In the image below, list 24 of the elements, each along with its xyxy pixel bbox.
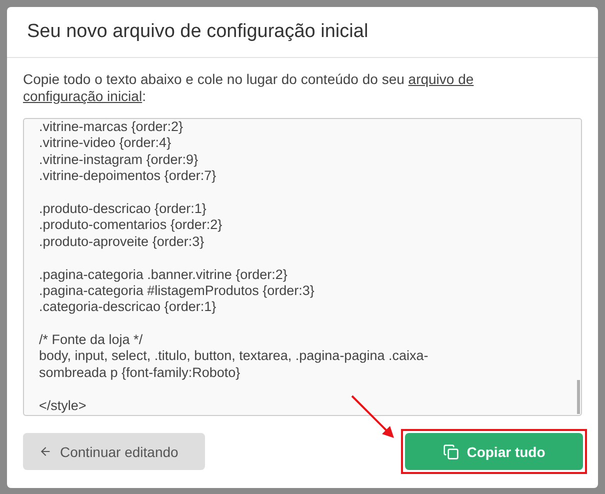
code-line: .pagina-categoria #listagemProdutos {order:3} (39, 282, 316, 300)
continue-editing-button[interactable]: Continuar editando (23, 433, 205, 470)
code-line: .produto-aproveite {order:3} (39, 234, 206, 250)
code-line: .produto-descricao {order:1} (39, 200, 208, 218)
code-line: /* Fonte da loja */ (39, 332, 144, 348)
config-file-link[interactable]: configuração inicial (23, 88, 142, 104)
code-line: .categoria-descricao {order:1} (39, 299, 218, 316)
code-line: .vitrine-depoimentos {order:7} (39, 168, 218, 185)
code-line: </style> (39, 398, 88, 414)
annotation-arrow (350, 394, 396, 440)
code-line: .vitrine-marcas {order:2} (39, 119, 184, 136)
code-line: .vitrine-instagram {order:9} (39, 152, 200, 168)
copy-icon (442, 444, 459, 460)
code-line: .produto-comentarios {order:2} (39, 217, 224, 234)
arrow-left-icon (39, 445, 52, 458)
dialog-title: Seu novo arquivo de configuração inicial (27, 21, 368, 43)
code-line: .vitrine-video {order:4} (39, 135, 172, 152)
config-file-link[interactable]: arquivo de (408, 71, 474, 87)
code-line: body, input, select, .titulo, button, textarea, .pagina-pagina .caixa- (39, 348, 430, 365)
code-line: sombreada p {font-family:Roboto} (39, 364, 242, 382)
scrollbar-thumb[interactable] (577, 380, 580, 414)
code-field[interactable] (23, 118, 582, 416)
code-line: .pagina-categoria .banner.vitrine {order:2} (39, 266, 288, 283)
intro-text: Copie todo o texto abaixo e cole no lugar do conteúdo do seu arquivo de configuração inicial: (23, 71, 475, 105)
